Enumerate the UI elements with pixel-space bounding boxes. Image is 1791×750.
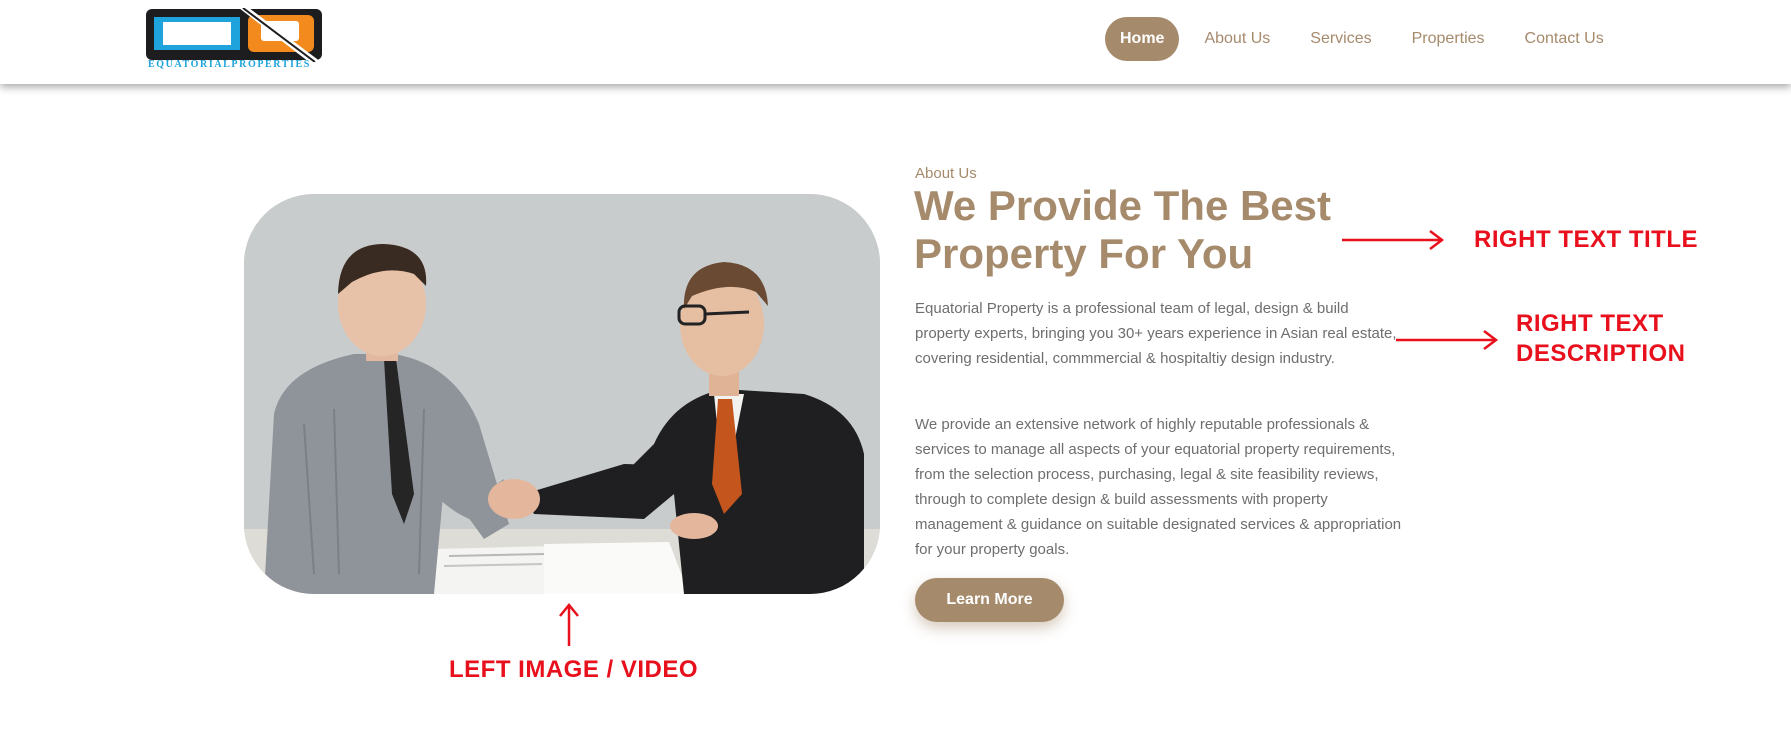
annotation-right-description-line-1: RIGHT TEXT: [1516, 310, 1664, 337]
logo-text: EQUATORIALPROPERTIES: [148, 59, 311, 70]
main-nav: Home About Us Services Properties Contac…: [1105, 17, 1629, 61]
nav-home[interactable]: Home: [1105, 17, 1180, 61]
annotation-right-title: RIGHT TEXT TITLE: [1474, 226, 1698, 253]
nav-contact-us[interactable]: Contact Us: [1510, 17, 1619, 61]
nav-about-us[interactable]: About Us: [1189, 17, 1285, 61]
nav-services[interactable]: Services: [1295, 17, 1386, 61]
handshake-photo-icon: [244, 194, 880, 594]
arrow-right-icon: [1396, 330, 1499, 350]
annotation-right-description: RIGHT TEXT DESCRIPTION: [1516, 309, 1686, 369]
arrow-up-icon: [559, 603, 579, 646]
learn-more-button[interactable]: Learn More: [915, 578, 1064, 622]
annotation-right-description-line-2: DESCRIPTION: [1516, 340, 1686, 367]
section-eyebrow: About Us: [915, 165, 977, 182]
description-paragraph-1: Equatorial Property is a professional te…: [915, 300, 1397, 367]
description-paragraph-2: We provide an extensive network of highl…: [915, 416, 1402, 558]
arrow-right-icon: [1342, 230, 1445, 250]
section-title: We Provide The Best Property For You: [914, 182, 1332, 277]
site-header: EQUATORIALPROPERTIES Home About Us Servi…: [0, 0, 1791, 84]
nav-properties[interactable]: Properties: [1397, 17, 1500, 61]
hero-image: [244, 194, 880, 594]
annotation-left-image: LEFT IMAGE / VIDEO: [449, 656, 699, 683]
logo-icon: [146, 7, 322, 63]
